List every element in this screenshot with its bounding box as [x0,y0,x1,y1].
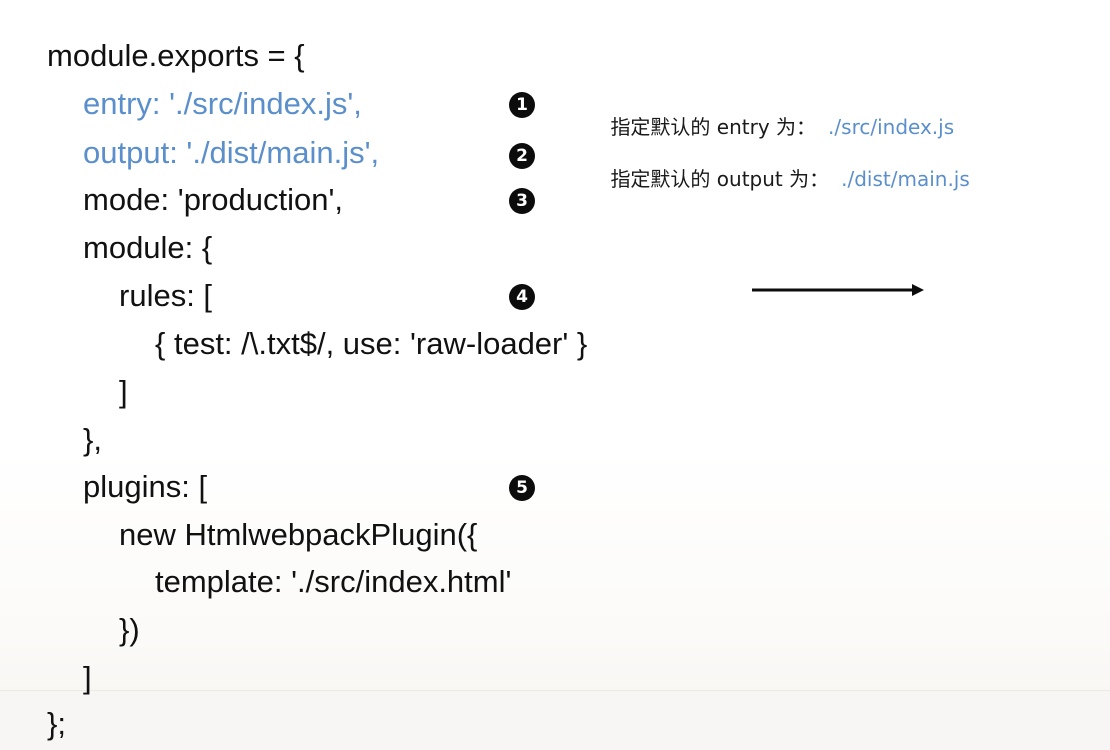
code-line-entry: entry: './src/index.js', [83,86,362,121]
code-line-module: module: { [83,230,213,265]
code-line-rules-close: ] [119,374,128,409]
badge-2: 2 [509,143,535,169]
badge-3: 3 [509,188,535,214]
code-line-rule-object: { test: /\.txt$/, use: 'raw-loader' } [155,326,588,361]
code-line-mode: mode: 'production', [83,182,343,217]
note-entry-path: ./src/index.js [828,115,955,139]
badge-4: 4 [509,284,535,310]
note-entry: 指定默认的 entry 为： ./src/index.js [585,97,954,157]
badge-5: 5 [509,475,535,501]
code-line-output: output: './dist/main.js', [83,135,380,170]
note-output-label: 指定默认的 output 为： [610,167,830,191]
note-output: 指定默认的 output 为： ./dist/main.js [585,149,970,209]
code-line-plugins: plugins: [ [83,469,208,504]
code-line-plugin-close: }) [119,612,140,647]
code-line-template: template: './src/index.html' [155,564,512,599]
code-line-new-plugin: new HtmlwebpackPlugin({ [119,517,478,552]
code-line-module-close: }, [83,422,102,457]
note-output-path: ./dist/main.js [841,167,970,191]
slide: module.exports = { entry: './src/index.j… [0,0,1110,750]
bottom-band [0,690,1110,750]
code-line-rules: rules: [ [119,278,213,313]
note-entry-label: 指定默认的 entry 为： [610,115,817,139]
code-line-module-exports: module.exports = { [47,38,305,73]
code-line-exports-close: }; [47,706,66,741]
right-arrow-icon [752,284,924,296]
badge-1: 1 [509,92,535,118]
code-line-plugins-close: ] [83,660,92,695]
